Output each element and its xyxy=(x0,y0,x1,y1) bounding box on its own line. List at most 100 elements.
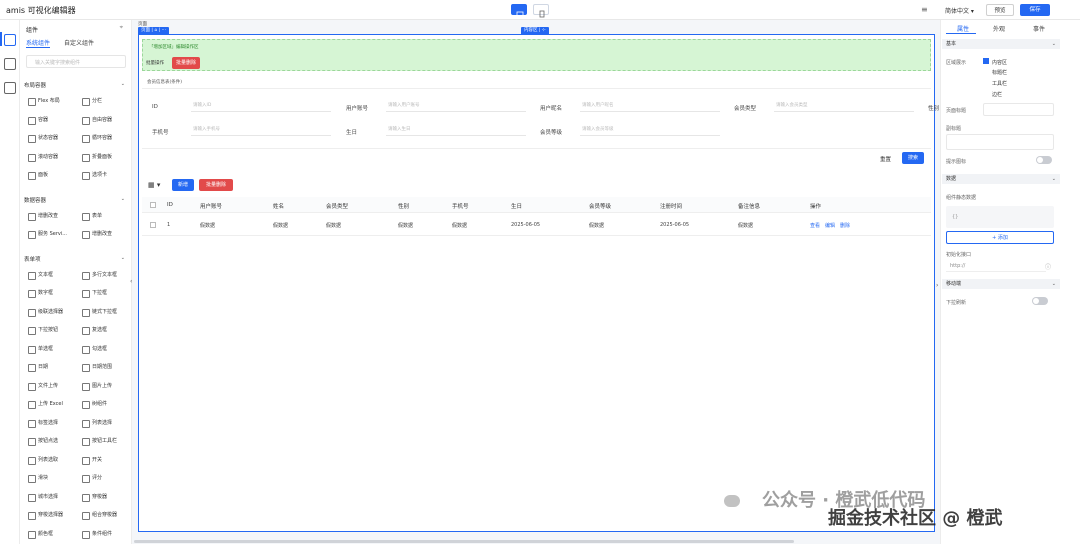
preview-button[interactable]: 预览 xyxy=(986,4,1014,16)
select-all-checkbox[interactable] xyxy=(150,202,156,208)
column-header[interactable]: 会员类型 xyxy=(326,202,348,210)
component-item[interactable]: 单选框 xyxy=(28,344,53,354)
component-item[interactable]: 树组件 xyxy=(82,399,107,409)
region-toolbar-label[interactable]: 工具栏 xyxy=(992,80,1007,87)
outline-icon[interactable] xyxy=(4,58,16,70)
filter-input-level[interactable]: 请输入会员等级 xyxy=(580,124,720,136)
region-title-label[interactable]: 标题栏 xyxy=(992,69,1007,76)
component-item[interactable]: 表单 xyxy=(82,211,102,221)
component-item[interactable]: 颜色框 xyxy=(28,529,53,539)
menu-icon[interactable]: ≡ xyxy=(921,5,928,14)
column-header[interactable]: 操作 xyxy=(810,202,821,210)
subtitle-textarea[interactable] xyxy=(946,134,1054,150)
component-item[interactable]: 按钮点选 xyxy=(28,436,58,446)
mobile-preview-button[interactable] xyxy=(533,4,549,18)
columns-toggle-icon[interactable]: ▦ ▾ xyxy=(148,181,160,189)
component-item[interactable]: 复选框 xyxy=(82,325,107,335)
component-item[interactable]: 折叠面板 xyxy=(82,152,112,162)
component-item[interactable]: 评分 xyxy=(82,473,102,483)
add-field-button[interactable]: + 添加 xyxy=(946,231,1054,244)
component-item[interactable]: 容器 xyxy=(28,115,48,125)
filter-input-account[interactable]: 请输入用户账号 xyxy=(386,100,526,112)
add-button[interactable]: 新增 xyxy=(172,179,194,191)
save-button[interactable]: 保存 xyxy=(1020,4,1050,16)
language-select[interactable]: 简体中文 ▾ xyxy=(945,6,974,15)
components-icon[interactable] xyxy=(4,34,16,46)
tab-properties[interactable]: 属性 xyxy=(957,24,969,33)
component-item[interactable]: 标签选择 xyxy=(28,418,58,428)
static-data-editor[interactable]: {} xyxy=(946,206,1054,228)
page-title-input[interactable] xyxy=(983,103,1054,116)
help-icon[interactable]: ⓘ xyxy=(1045,262,1051,271)
component-item[interactable]: 分栏 xyxy=(82,96,102,106)
column-header[interactable]: 手机号 xyxy=(452,202,469,210)
component-item[interactable]: 滚动容器 xyxy=(28,152,58,162)
component-item[interactable]: 多行文本框 xyxy=(82,270,117,280)
component-item[interactable]: 增删改查 xyxy=(28,211,58,221)
component-item[interactable]: 列表选取 xyxy=(28,455,58,465)
collapse-left-icon[interactable]: ‹ xyxy=(130,278,132,285)
component-item[interactable]: 组合穿梭器 xyxy=(82,510,117,520)
toolbar-batch-delete-button[interactable]: 批量删除 xyxy=(172,57,200,69)
component-item[interactable]: 按钮工具栏 xyxy=(82,436,117,446)
filter-input-nickname[interactable]: 请输入用户昵名 xyxy=(580,100,720,112)
chevron-down-icon[interactable]: ⌄ xyxy=(121,81,125,87)
component-item[interactable]: 面板 xyxy=(28,170,48,180)
component-item[interactable]: 日期范围 xyxy=(82,362,112,372)
component-item[interactable]: 城市选择 xyxy=(28,492,58,502)
row-action-link[interactable]: 查看 xyxy=(810,222,820,229)
tab-appearance[interactable]: 外观 xyxy=(993,24,1005,33)
component-item[interactable]: 自由容器 xyxy=(82,115,112,125)
column-header[interactable]: 备注信息 xyxy=(738,202,760,210)
tab-events[interactable]: 事件 xyxy=(1033,24,1045,33)
collapse-right-icon[interactable]: › xyxy=(936,282,938,289)
section-header[interactable]: 表单项 xyxy=(24,255,41,263)
row-action-link[interactable]: 删除 xyxy=(840,222,850,229)
component-item[interactable]: 下拉按钮 xyxy=(28,325,58,335)
region-content-checkbox[interactable] xyxy=(983,58,989,64)
column-header[interactable]: ID xyxy=(167,202,173,208)
component-item[interactable]: 穿梭器 xyxy=(82,492,107,502)
column-header[interactable]: 注册时间 xyxy=(660,202,682,210)
group-basic[interactable]: 基本 ⌄ xyxy=(942,39,1060,49)
component-item[interactable]: 下拉框 xyxy=(82,288,107,298)
component-item[interactable]: 服务 Servi... xyxy=(28,229,67,239)
component-item[interactable]: 循环容器 xyxy=(82,133,112,143)
tab-custom-components[interactable]: 自定义组件 xyxy=(64,38,94,47)
init-api-input[interactable]: http:// xyxy=(946,260,1046,272)
filter-input-birthday[interactable]: 请输入生日 xyxy=(386,124,526,136)
component-item[interactable]: 勾选框 xyxy=(82,344,107,354)
component-item[interactable]: 开关 xyxy=(82,455,102,465)
search-button[interactable]: 搜索 xyxy=(902,152,924,164)
component-item[interactable]: 文件上传 xyxy=(28,381,58,391)
component-item[interactable]: 穿梭选择器 xyxy=(28,510,63,520)
column-header[interactable]: 姓名 xyxy=(273,202,284,210)
chevron-down-icon[interactable]: ⌄ xyxy=(121,255,125,261)
filter-input-id[interactable]: 请输入ID xyxy=(191,100,331,112)
tooltip-toggle[interactable] xyxy=(1036,156,1052,164)
section-header[interactable]: 数据容器 xyxy=(24,196,46,204)
row-checkbox[interactable] xyxy=(150,222,156,228)
code-icon[interactable] xyxy=(4,82,16,94)
desktop-preview-button[interactable] xyxy=(511,4,527,17)
component-item[interactable]: 日期 xyxy=(28,362,48,372)
component-search-input[interactable]: 输入关键字搜索组件 xyxy=(26,55,126,68)
column-header[interactable]: 会员等级 xyxy=(589,202,611,210)
component-item[interactable]: 级联选择器 xyxy=(28,307,63,317)
pull-refresh-toggle[interactable] xyxy=(1032,297,1048,305)
group-mobile[interactable]: 移动端 ⌄ xyxy=(942,279,1060,289)
component-item[interactable]: 上传 Excel xyxy=(28,399,63,409)
component-item[interactable]: Flex 布局 xyxy=(28,96,60,106)
group-data[interactable]: 数据 ⌄ xyxy=(942,174,1060,184)
component-item[interactable]: 图片上传 xyxy=(82,381,112,391)
component-item[interactable]: 滑块 xyxy=(28,473,48,483)
component-item[interactable]: 列表选择 xyxy=(82,418,112,428)
bulk-delete-button[interactable]: 批量删除 xyxy=(199,179,233,191)
component-item[interactable]: 链式下拉框 xyxy=(82,307,117,317)
component-item[interactable]: 增删改查 xyxy=(82,229,112,239)
column-header[interactable]: 性别 xyxy=(398,202,409,210)
reset-button[interactable]: 重置 xyxy=(880,155,891,163)
column-header[interactable]: 生日 xyxy=(511,202,522,210)
section-header[interactable]: 布局容器 xyxy=(24,81,46,89)
region-aside-label[interactable]: 边栏 xyxy=(992,91,1002,98)
